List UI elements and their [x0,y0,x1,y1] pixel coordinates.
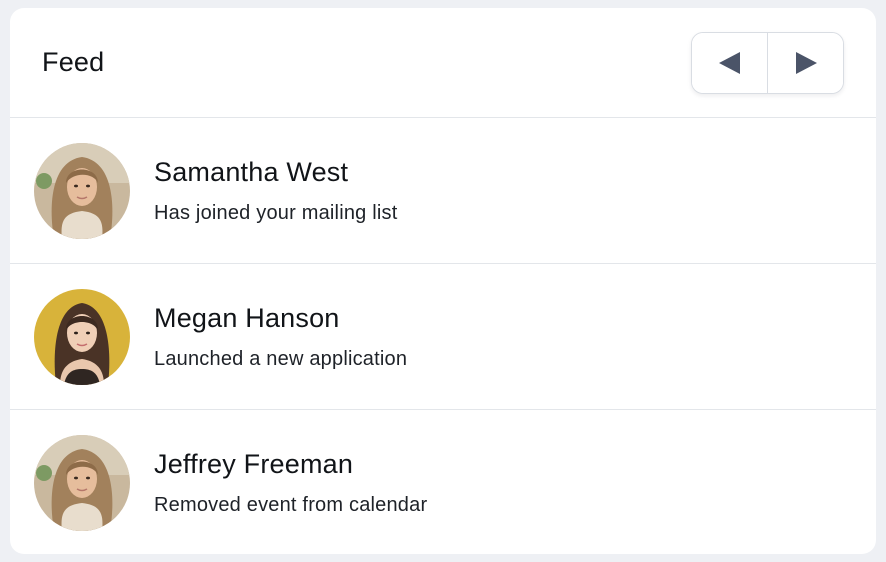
previous-button[interactable] [692,32,767,93]
feed-pagination [691,31,844,94]
feed-item-text: Jeffrey Freeman Removed event from calen… [154,448,427,518]
feed-item-name: Megan Hanson [154,302,340,333]
feed-item-text: Megan Hanson Launched a new application [154,302,407,372]
avatar [34,288,130,385]
avatar [34,142,130,239]
next-button[interactable] [767,32,843,93]
triangle-right-icon [795,51,817,74]
feed-item-text: Samantha West Has joined your mailing li… [154,156,397,226]
feed-item[interactable]: Samantha West Has joined your mailing li… [10,118,876,264]
feed-item-name: Samantha West [154,156,349,187]
feed-item-action: Has joined your mailing list [154,201,398,224]
feed-item-action: Removed event from calendar [154,494,428,516]
feed-item[interactable]: Megan Hanson Launched a new application [10,264,876,410]
feed-item[interactable]: Jeffrey Freeman Removed event from calen… [10,410,876,554]
feed-item-name: Jeffrey Freeman [154,449,354,479]
feed-card: Feed Samantha West Has joined your maili… [10,8,876,554]
feed-header: Feed [10,8,876,118]
feed-title: Feed [42,47,105,77]
feed-item-action: Launched a new application [154,347,408,370]
triangle-left-icon [718,51,740,74]
avatar [34,435,130,531]
